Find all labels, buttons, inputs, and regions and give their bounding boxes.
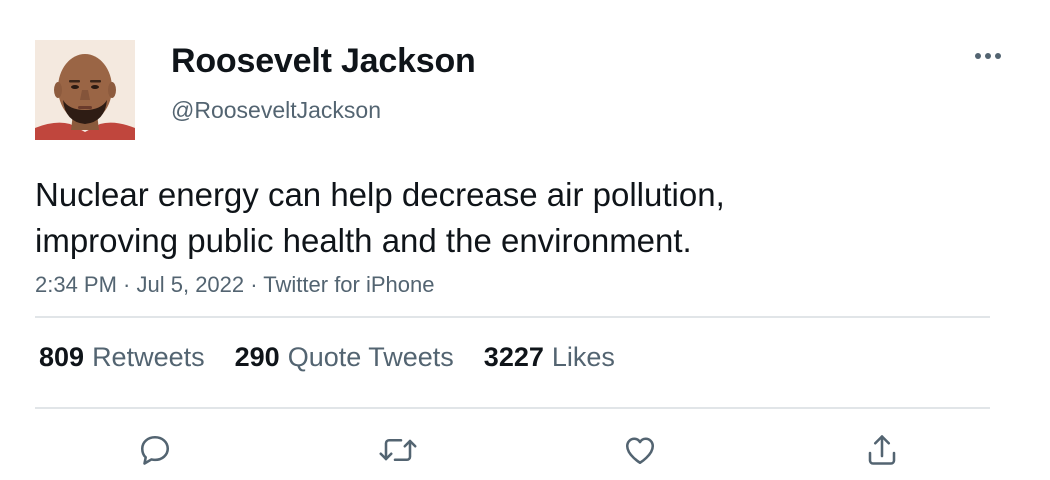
tweet-date[interactable]: Jul 5, 2022 [137, 272, 245, 297]
display-name[interactable]: Roosevelt Jackson [171, 42, 476, 81]
heart-icon [625, 437, 655, 465]
likes-stat[interactable]: 3227 Likes [484, 342, 615, 373]
user-handle[interactable]: @RooseveltJackson [171, 97, 381, 124]
like-button[interactable] [620, 430, 660, 470]
meta-separator: · [116, 272, 137, 297]
retweets-stat[interactable]: 809 Retweets [39, 342, 205, 373]
reply-icon [140, 435, 170, 465]
divider [35, 407, 990, 409]
tweet-stats: 809 Retweets 290 Quote Tweets 3227 Likes [39, 342, 645, 373]
tweet-source[interactable]: Twitter for iPhone [263, 272, 434, 297]
tweet-text-line: improving public health and the environm… [35, 222, 692, 259]
quote-tweets-stat[interactable]: 290 Quote Tweets [235, 342, 454, 373]
tweet-text: Nuclear energy can help decrease air pol… [35, 172, 935, 264]
tweet-meta: 2:34 PM · Jul 5, 2022 · Twitter for iPho… [35, 272, 434, 298]
retweet-icon [379, 438, 417, 462]
meta-separator: · [244, 272, 264, 297]
retweets-label: Retweets [92, 342, 205, 372]
likes-count: 3227 [483, 342, 544, 372]
retweet-button[interactable] [378, 430, 418, 470]
reply-button[interactable] [135, 430, 175, 470]
divider [35, 316, 990, 318]
more-options-button[interactable] [968, 44, 1008, 68]
likes-label: Likes [551, 342, 615, 372]
tweet-card: Roosevelt Jackson @RooseveltJackson Nucl… [0, 0, 1050, 480]
share-icon [868, 435, 896, 465]
tweet-time[interactable]: 2:34 PM [35, 272, 117, 297]
quote-tweets-count: 290 [234, 342, 280, 372]
avatar-photo [35, 40, 135, 140]
avatar[interactable] [35, 40, 135, 140]
retweets-count: 809 [39, 342, 85, 372]
share-button[interactable] [862, 430, 902, 470]
more-icon [975, 53, 1001, 59]
quote-tweets-label: Quote Tweets [287, 342, 454, 372]
tweet-text-line: Nuclear energy can help decrease air pol… [35, 176, 725, 213]
